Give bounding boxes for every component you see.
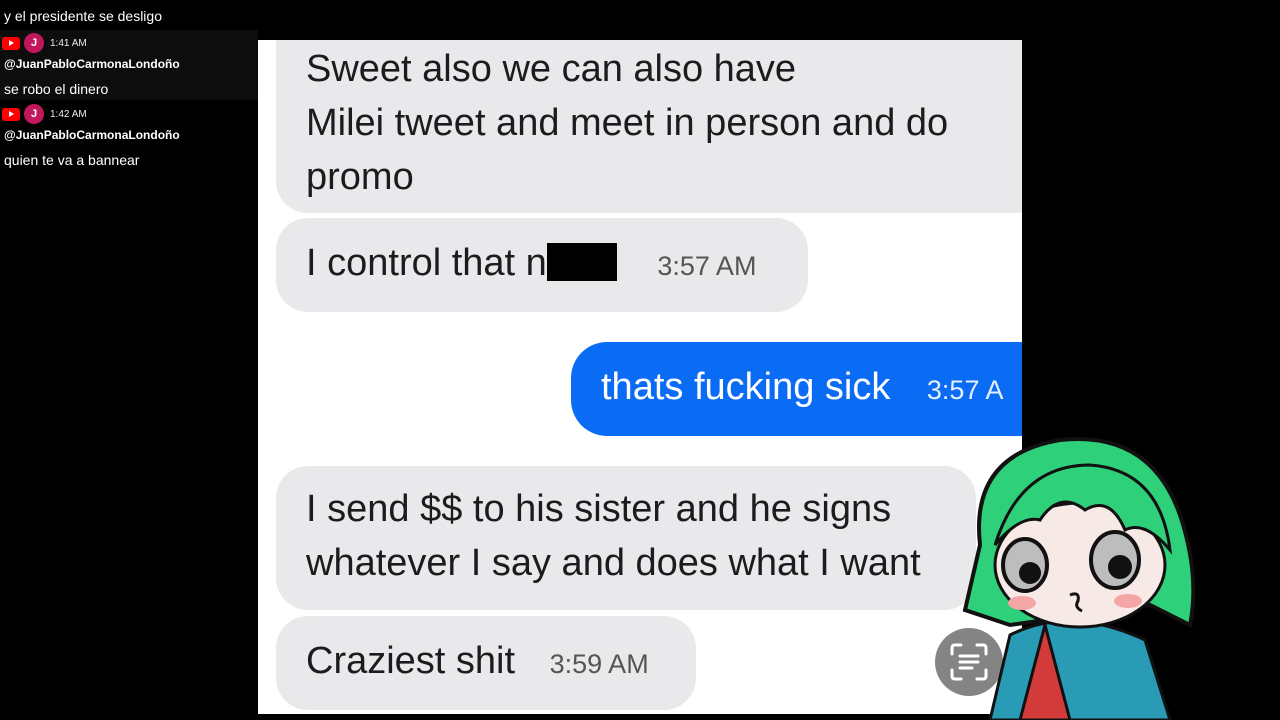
- youtube-icon: [2, 36, 20, 50]
- chat-username[interactable]: @JuanPabloCarmonaLondoño: [4, 57, 180, 71]
- redaction-box: [546, 243, 617, 281]
- message-timestamp: 3:59 AM: [549, 649, 649, 679]
- avatar[interactable]: J: [24, 104, 44, 124]
- message-timestamp: 3:57 A: [926, 375, 1004, 405]
- chat-message: J 1:41 AM @JuanPabloCarmonaLondoño se ro…: [0, 30, 258, 100]
- chat-username[interactable]: @JuanPabloCarmonaLondoño: [4, 128, 180, 142]
- live-chat-panel: y el presidente se desligo J 1:41 AM @Ju…: [0, 0, 258, 720]
- message-screenshot: Sweet also we can also have Milei tweet …: [258, 40, 1022, 714]
- sent-message-bubble: thats fucking sick 3:57 A: [571, 342, 1022, 436]
- chat-timestamp: 1:41 AM: [50, 37, 87, 49]
- received-message-bubble: Sweet also we can also have Milei tweet …: [276, 40, 1022, 213]
- chat-message-text: se robo el dinero: [4, 81, 109, 97]
- received-message-bubble: Craziest shit 3:59 AM: [276, 616, 696, 710]
- received-message-bubble: I control that n 3:57 AM: [276, 218, 808, 312]
- message-timestamp: 3:57 AM: [657, 251, 757, 281]
- chat-message-text: quien te va a bannear: [4, 152, 140, 168]
- streamer-avatar-character: [962, 437, 1196, 720]
- received-message-bubble: I send $$ to his sister and he signs wha…: [276, 466, 976, 610]
- avatar[interactable]: J: [24, 33, 44, 53]
- chat-message-text: y el presidente se desligo: [4, 8, 162, 24]
- chat-timestamp: 1:42 AM: [50, 108, 87, 120]
- youtube-icon: [2, 107, 20, 121]
